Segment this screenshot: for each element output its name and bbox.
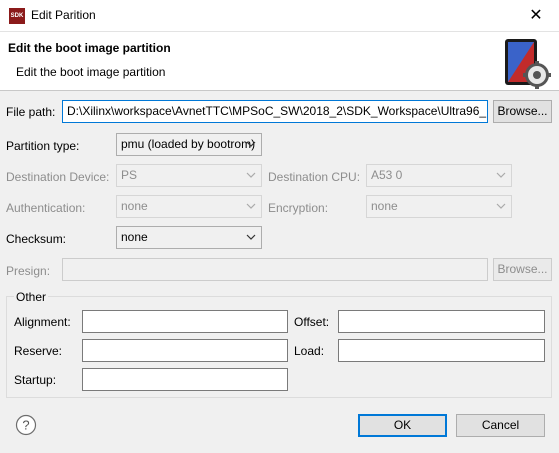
startup-input[interactable] — [82, 368, 288, 391]
help-icon[interactable]: ? — [15, 414, 37, 436]
window-title: Edit Parition — [31, 8, 96, 22]
sdk-app-icon: SDK — [9, 8, 25, 24]
checksum-label: Checksum: — [6, 232, 67, 246]
checksum-select[interactable]: none — [116, 226, 262, 249]
ok-button[interactable]: OK — [358, 414, 447, 437]
encryption-label: Encryption: — [268, 201, 329, 215]
chevron-down-icon — [246, 141, 256, 147]
presign-input[interactable] — [62, 258, 488, 281]
chevron-down-icon — [496, 172, 506, 178]
authentication-label: Authentication: — [6, 201, 86, 215]
reserve-input[interactable] — [82, 339, 288, 362]
title-bar: SDK Edit Parition ✕ — [0, 0, 559, 32]
partition-type-value: pmu (loaded by bootrom) — [121, 137, 256, 151]
chevron-down-icon — [246, 234, 256, 240]
other-group-title: Other — [14, 290, 49, 304]
presign-label: Presign: — [6, 264, 51, 278]
destination-cpu-label: Destination CPU: — [268, 170, 361, 184]
banner-description: Edit the boot image partition — [16, 65, 166, 79]
reserve-label: Reserve: — [14, 344, 63, 358]
cancel-button[interactable]: Cancel — [456, 414, 545, 437]
authentication-value: none — [121, 199, 148, 213]
destination-device-select[interactable]: PS — [116, 164, 262, 187]
close-icon: ✕ — [529, 7, 543, 24]
file-path-browse-button[interactable]: Browse... — [493, 100, 552, 123]
banner-title: Edit the boot image partition — [8, 41, 171, 55]
destination-cpu-value: A53 0 — [371, 168, 403, 182]
file-path-input[interactable]: D:\Xilinx\workspace\AvnetTTC\MPSoC_SW\20… — [62, 100, 488, 123]
partition-type-select[interactable]: pmu (loaded by bootrom) — [116, 133, 262, 156]
encryption-select[interactable]: none — [366, 195, 512, 218]
file-path-label: File path: — [6, 105, 56, 119]
offset-label: Offset: — [294, 315, 330, 329]
close-button[interactable]: ✕ — [513, 0, 559, 31]
checksum-value: none — [121, 230, 148, 244]
chevron-down-icon — [496, 203, 506, 209]
presign-browse-button[interactable]: Browse... — [493, 258, 552, 281]
partition-type-label: Partition type: — [6, 139, 80, 153]
startup-label: Startup: — [14, 373, 57, 387]
authentication-select[interactable]: none — [116, 195, 262, 218]
load-input[interactable] — [338, 339, 545, 362]
destination-cpu-select[interactable]: A53 0 — [366, 164, 512, 187]
chevron-down-icon — [246, 172, 256, 178]
alignment-label: Alignment: — [14, 315, 71, 329]
help-glyph: ? — [22, 418, 29, 433]
load-label: Load: — [294, 344, 325, 358]
destination-device-label: Destination Device: — [6, 170, 110, 184]
alignment-input[interactable] — [82, 310, 288, 333]
offset-input[interactable] — [338, 310, 545, 333]
sdk-settings-icon — [505, 39, 551, 89]
encryption-value: none — [371, 199, 398, 213]
destination-device-value: PS — [121, 168, 138, 182]
chevron-down-icon — [246, 203, 256, 209]
wizard-banner: Edit the boot image partition Edit the b… — [0, 32, 559, 91]
